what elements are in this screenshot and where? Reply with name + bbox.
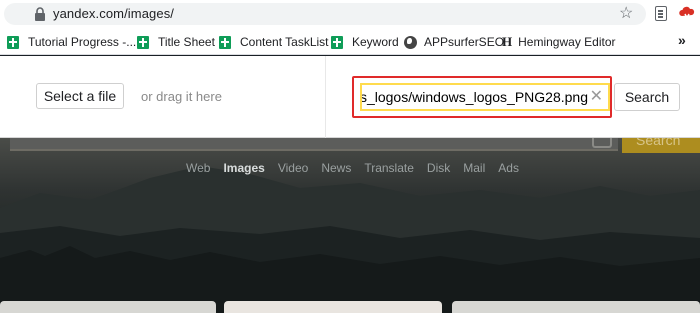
bookmark-star-icon[interactable]: ☆ [619,4,633,24]
annotation-highlight-box [352,76,612,118]
service-mail[interactable]: Mail [463,161,485,175]
bookmark-keyword[interactable]: Keyword [331,34,399,50]
background-image: Search Web Images Video News Translate D… [0,138,700,313]
image-card[interactable] [0,301,216,313]
bookmarks-bar: Tutorial Progress -... Title Sheet Conte… [0,28,700,55]
lock-icon [35,7,45,21]
bookmark-tutorial-progress[interactable]: Tutorial Progress -... [7,34,136,50]
url-text[interactable]: yandex.com/images/ [53,6,174,21]
sheets-icon [137,35,149,49]
globe-icon [404,35,417,49]
background-search-field [10,138,618,151]
bookmark-title-sheet[interactable]: Title Sheet [137,34,215,50]
service-ads[interactable]: Ads [498,161,519,175]
image-card[interactable] [224,301,442,313]
reader-extension-icon[interactable] [655,6,667,21]
cloud-extension-icon[interactable] [679,5,695,21]
bookmark-label: Tutorial Progress -... [28,35,137,49]
bookmark-label: Title Sheet [158,35,215,49]
service-translate[interactable]: Translate [364,161,414,175]
search-button[interactable]: Search [614,83,680,111]
bookmark-label: APPsurferSEO [424,35,505,49]
background-search-button: Search [622,138,700,153]
service-news[interactable]: News [321,161,351,175]
image-upload-panel: Select a file or drag it here ows_logos/… [0,56,700,138]
service-web[interactable]: Web [186,161,210,175]
camera-icon [592,138,612,148]
bookmark-label: Content TaskList [240,35,329,49]
bookmark-appsurferseo[interactable]: APPsurferSEO [404,34,504,50]
services-nav: Web Images Video News Translate Disk Mai… [186,161,519,175]
background-search-label: Search [636,138,681,148]
bookmark-hemingway-editor[interactable]: H Hemingway Editor [502,34,616,50]
bookmark-label: Keyword [352,35,399,49]
service-video[interactable]: Video [278,161,308,175]
sheets-icon [7,35,19,49]
panel-divider [325,56,326,138]
drag-hint: or drag it here [141,89,222,104]
browser-toolbar: yandex.com/images/ ☆ [0,0,700,28]
more-bookmarks-chevron-icon[interactable]: » [678,32,686,48]
bookmark-content-tasklist[interactable]: Content TaskList [219,34,329,50]
sheets-icon [331,35,343,49]
image-card[interactable] [452,301,700,313]
sheets-icon [219,35,231,49]
service-disk[interactable]: Disk [427,161,450,175]
bookmark-label: Hemingway Editor [518,35,616,49]
hemingway-icon: H [502,34,513,49]
select-file-button[interactable]: Select a file [36,83,124,109]
service-images[interactable]: Images [223,161,264,175]
